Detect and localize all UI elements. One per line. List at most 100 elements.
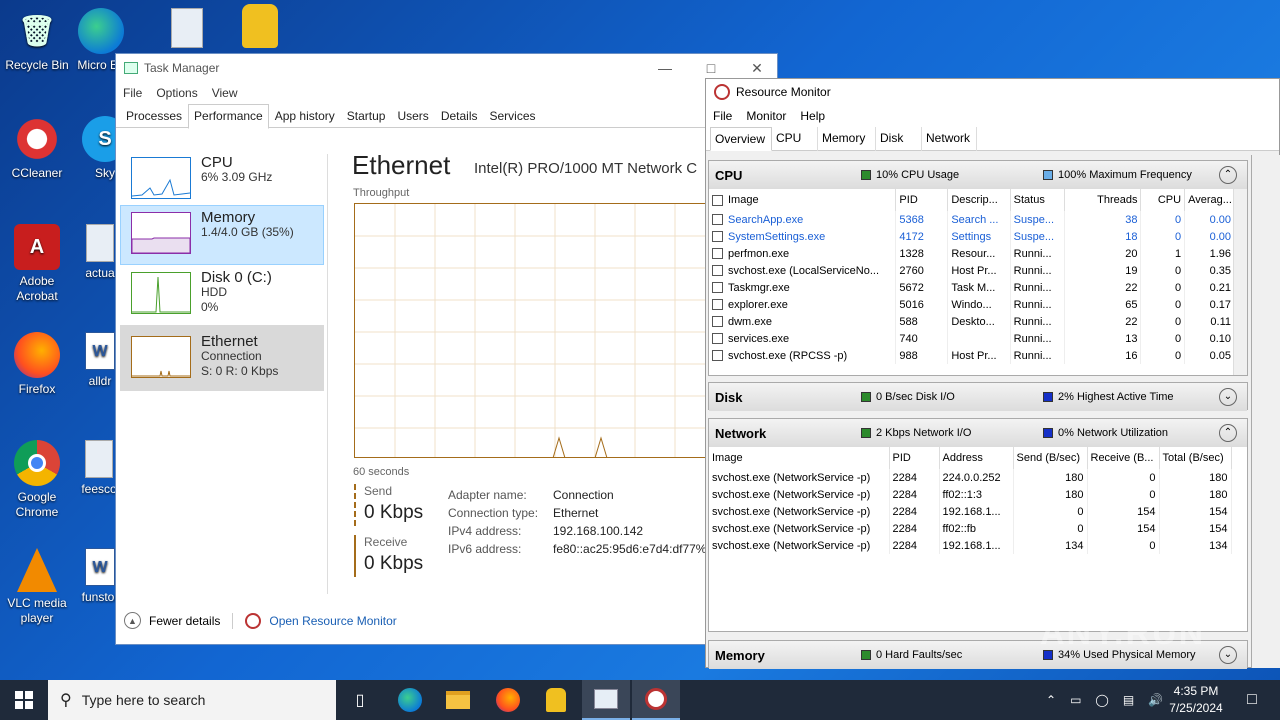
chevron-up-icon[interactable]: ▲ [124,612,141,629]
tab-overview[interactable]: Overview [710,127,773,151]
col-average[interactable]: Averag... [1184,189,1235,211]
table-row[interactable]: svchost.exe (NetworkService -p) 2284 192… [709,537,1232,554]
meet-now-icon[interactable]: ◯ [1095,693,1108,707]
tab-services[interactable]: Services [484,104,542,128]
col-threads[interactable]: Threads [1064,189,1142,211]
sidebar-item-memory[interactable]: Memory 1.4/4.0 GB (35%) [120,205,324,265]
image-file-icon[interactable] [162,8,212,52]
chrome-desktop-icon[interactable]: Google Chrome [0,440,74,520]
ccleaner-desktop-icon[interactable]: CCleaner [0,116,74,181]
firefox-desktop-icon[interactable]: Firefox [0,332,74,397]
expand-chevron-icon[interactable]: ⌄ [1219,646,1237,664]
adobe-acrobat-desktop-icon[interactable]: A Adobe Acrobat [0,224,74,304]
menu-monitor[interactable]: Monitor [746,109,786,123]
taskbar-search-box[interactable]: ⚲ Type here to search [48,680,336,720]
open-resource-monitor-link[interactable]: Open Resource Monitor [269,614,396,628]
col-pid[interactable]: PID [889,447,940,469]
select-all-checkbox[interactable] [712,194,723,206]
tab-memory[interactable]: Memory [818,127,877,151]
fewer-details-link[interactable]: Fewer details [149,614,220,628]
tab-startup[interactable]: Startup [341,104,392,128]
table-row[interactable]: Taskmgr.exe 5672 Task M... Runni... 22 0… [709,279,1235,296]
col-pid[interactable]: PID [895,189,949,211]
menu-file[interactable]: File [713,109,732,123]
task-view-icon[interactable]: ▯ [336,680,384,720]
sidebar-cpu-name: CPU [201,154,233,171]
word-file-desktop-icon[interactable]: W alldr [80,332,120,389]
table-row[interactable]: dwm.exe 588 Deskto... Runni... 22 0 0.11 [709,313,1235,330]
tab-cpu[interactable]: CPU [772,127,819,151]
row-checkbox[interactable] [712,265,723,277]
cpu-table-scrollbar[interactable] [1233,189,1247,375]
lock-file-icon[interactable] [230,4,290,52]
minimize-button[interactable]: — [642,54,688,82]
col-image[interactable]: Image [709,189,897,211]
collapse-chevron-icon[interactable]: ⌃ [1219,166,1237,184]
volume-icon[interactable]: 🔊 [1148,693,1163,707]
cpu-panel-header[interactable]: CPU 10% CPU Usage 100% Maximum Frequency… [709,161,1247,189]
row-checkbox[interactable] [712,282,723,294]
table-row[interactable]: SearchApp.exe 5368 Search ... Suspe... 3… [709,211,1235,228]
sidebar-item-ethernet[interactable]: Ethernet Connection S: 0 R: 0 Kbps [120,325,324,391]
file-explorer-icon[interactable] [434,680,482,720]
network-panel-header[interactable]: Network 2 Kbps Network I/O 0% Network Ut… [709,419,1247,447]
row-checkbox[interactable] [712,333,723,345]
start-button[interactable] [0,680,48,720]
actua-desktop-icon[interactable]: actua [80,224,120,281]
expand-chevron-icon[interactable]: ⌄ [1219,388,1237,406]
table-row[interactable]: perfmon.exe 1328 Resour... Runni... 20 1… [709,245,1235,262]
tab-app-history[interactable]: App history [269,104,341,128]
col-address[interactable]: Address [939,447,1014,469]
row-checkbox[interactable] [712,299,723,311]
network-icon[interactable]: ▤ [1123,693,1134,707]
menu-help[interactable]: Help [800,109,825,123]
chevron-up-icon[interactable]: ⌃ [1046,693,1056,707]
col-receive[interactable]: Receive (B... [1087,447,1160,469]
menu-options[interactable]: Options [156,86,197,100]
tablet-icon[interactable]: ▭ [1070,693,1081,707]
taskbar-clock[interactable]: 4:35 PM 7/25/2024 [1166,683,1226,717]
sidebar-item-cpu[interactable]: CPU 6% 3.09 GHz [120,150,324,210]
receive-value: 0 Kbps [364,553,424,574]
table-row[interactable]: svchost.exe (NetworkService -p) 2284 ff0… [709,486,1232,503]
tab-details[interactable]: Details [435,104,484,128]
sidebar-item-disk[interactable]: Disk 0 (C:) HDD 0% [120,265,324,325]
tab-performance[interactable]: Performance [188,104,269,129]
table-row[interactable]: SystemSettings.exe 4172 Settings Suspe..… [709,228,1235,245]
tab-disk[interactable]: Disk [876,127,923,151]
table-row[interactable]: svchost.exe (RPCSS -p) 988 Host Pr... Ru… [709,347,1235,364]
resource-monitor-taskbar-icon[interactable] [632,680,680,720]
col-status[interactable]: Status [1010,189,1065,211]
row-checkbox[interactable] [712,214,723,226]
tab-network[interactable]: Network [922,127,978,151]
collapse-chevron-icon[interactable]: ⌃ [1219,424,1237,442]
col-image[interactable]: Image [709,447,890,469]
tab-processes[interactable]: Processes [120,104,188,128]
edge-taskbar-icon[interactable] [386,680,434,720]
firefox-taskbar-icon[interactable] [484,680,532,720]
tab-users[interactable]: Users [391,104,434,128]
col-cpu[interactable]: CPU [1140,189,1186,211]
row-checkbox[interactable] [712,316,723,328]
col-send[interactable]: Send (B/sec) [1013,447,1088,469]
table-row[interactable]: explorer.exe 5016 Windo... Runni... 65 0… [709,296,1235,313]
col-description[interactable]: Descrip... [947,189,1011,211]
disk-panel-header[interactable]: Disk 0 B/sec Disk I/O 2% Highest Active … [709,383,1247,411]
lock-app-taskbar-icon[interactable] [532,680,580,720]
row-checkbox[interactable] [712,350,723,362]
table-row[interactable]: svchost.exe (NetworkService -p) 2284 224… [709,469,1232,486]
row-checkbox[interactable] [712,248,723,260]
notification-icon[interactable]: □ [1228,680,1276,720]
resource-monitor-titlebar[interactable]: Resource Monitor [706,79,1279,105]
table-row[interactable]: svchost.exe (LocalServiceNo... 2760 Host… [709,262,1235,279]
recycle-bin-icon[interactable]: 🗑 Recycle Bin [0,8,74,73]
col-total[interactable]: Total (B/sec) [1159,447,1232,469]
vlc-desktop-icon[interactable]: VLC media player [0,548,74,626]
table-row[interactable]: services.exe 740 Runni... 13 0 0.10 [709,330,1235,347]
menu-view[interactable]: View [212,86,238,100]
task-manager-taskbar-icon[interactable] [582,680,630,720]
table-row[interactable]: svchost.exe (NetworkService -p) 2284 ff0… [709,520,1232,537]
row-checkbox[interactable] [712,231,723,243]
menu-file[interactable]: File [123,86,142,100]
table-row[interactable]: svchost.exe (NetworkService -p) 2284 192… [709,503,1232,520]
